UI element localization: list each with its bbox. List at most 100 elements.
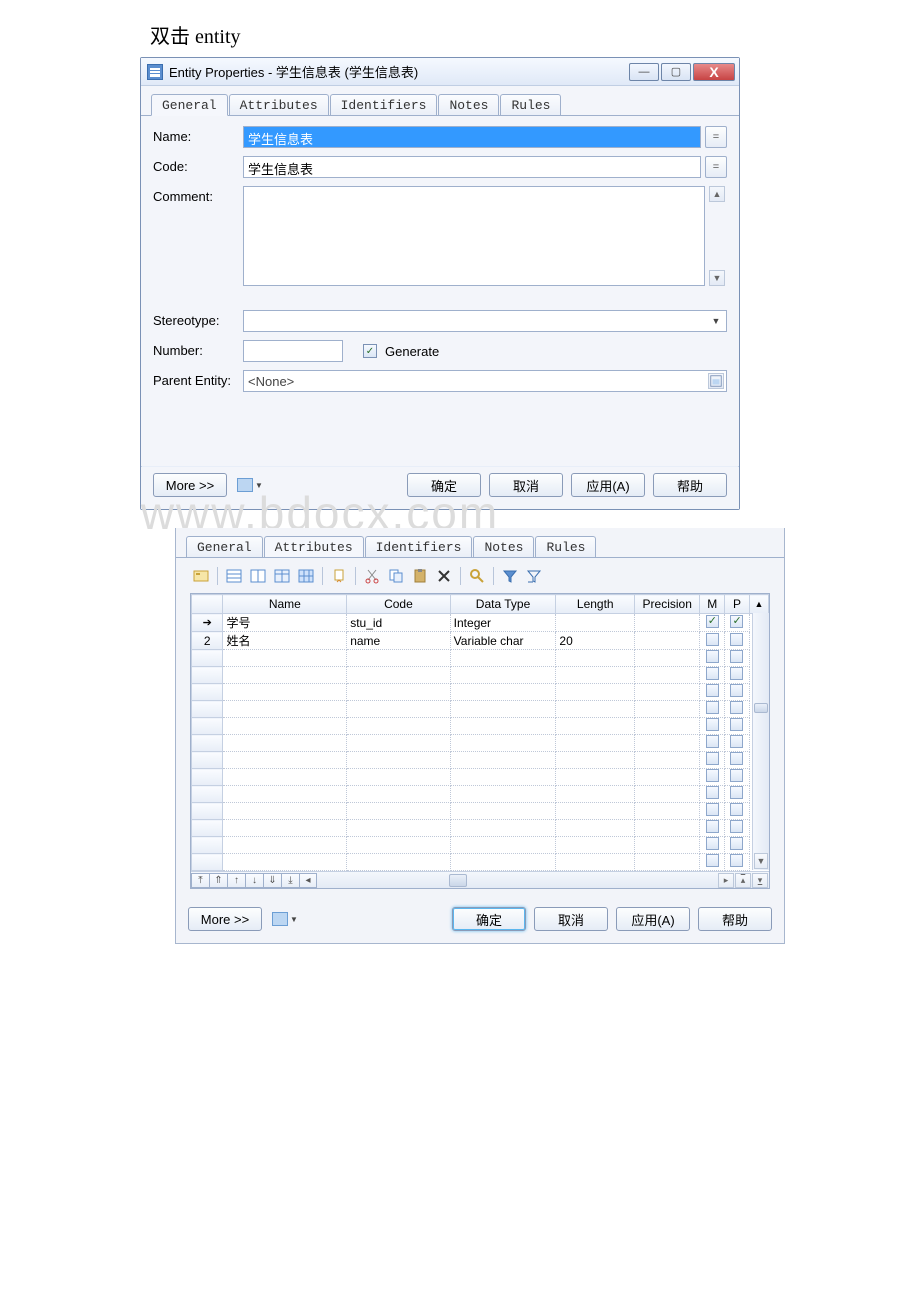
table-row[interactable] [192,735,769,752]
stereotype-combo[interactable]: ▼ [243,310,727,332]
first-row-button[interactable]: ⤒ [191,873,209,888]
p-checkbox[interactable] [730,650,743,663]
page-up-button[interactable]: ⇑ [209,873,227,888]
filter-icon[interactable] [499,566,521,586]
row-header[interactable] [192,854,223,871]
copy-icon[interactable] [385,566,407,586]
table-row[interactable] [192,854,769,871]
cell-precision[interactable] [635,837,700,854]
scroll-bottom-icon[interactable]: ▾ [752,873,768,888]
minimize-button[interactable]: — [629,63,659,81]
scroll-down-icon[interactable]: ▼ [754,853,768,869]
cancel-button[interactable]: 取消 [534,907,608,931]
m-checkbox[interactable] [706,820,719,833]
paste-icon[interactable] [409,566,431,586]
ok-button[interactable]: 确定 [452,907,526,931]
tab-identifiers[interactable]: Identifiers [330,94,438,116]
code-input[interactable]: 学生信息表 [243,156,701,178]
customize-columns-icon[interactable] [523,566,545,586]
cell-length[interactable] [556,803,635,820]
cell-m[interactable] [700,701,725,718]
cell-datatype[interactable] [450,650,556,667]
cell-length[interactable] [556,701,635,718]
cell-precision[interactable] [635,854,700,871]
number-input[interactable] [243,340,343,362]
cell-p[interactable] [725,614,750,632]
cell-length[interactable] [556,684,635,701]
table-row[interactable] [192,786,769,803]
m-checkbox[interactable] [706,667,719,680]
parent-browse-icon[interactable] [708,373,724,389]
cell-m[interactable] [700,718,725,735]
cell-length[interactable] [556,769,635,786]
cell-p[interactable] [725,701,750,718]
cell-m[interactable] [700,820,725,837]
prev-row-button[interactable]: ↑ [227,873,245,888]
name-input[interactable]: 学生信息表 [243,126,701,148]
scroll-up-icon[interactable]: ▲ [709,186,725,202]
p-checkbox[interactable] [730,735,743,748]
cell-m[interactable] [700,786,725,803]
page-down-button[interactable]: ⇓ [263,873,281,888]
cell-precision[interactable] [635,614,700,632]
scroll-right-icon[interactable]: ▸ [718,873,734,888]
cell-precision[interactable] [635,632,700,650]
print-dropdown[interactable]: ▼ [235,474,265,496]
scroll-top-icon[interactable]: ▴ [735,873,751,888]
m-checkbox[interactable] [706,633,719,646]
cell-datatype[interactable] [450,718,556,735]
p-checkbox[interactable] [730,752,743,765]
scroll-up-icon[interactable]: ▲ [749,595,768,614]
col-precision[interactable]: Precision [635,595,700,614]
delete-icon[interactable] [433,566,455,586]
m-checkbox[interactable] [706,769,719,782]
close-button[interactable]: X [693,63,735,81]
p-checkbox[interactable] [730,837,743,850]
cell-name[interactable] [223,701,347,718]
m-checkbox[interactable] [706,684,719,697]
row-header[interactable] [192,820,223,837]
cell-datatype[interactable] [450,701,556,718]
cell-name[interactable] [223,650,347,667]
apply-button[interactable]: 应用(A) [571,473,645,497]
cell-p[interactable] [725,650,750,667]
cell-datatype[interactable] [450,684,556,701]
cell-p[interactable] [725,684,750,701]
p-checkbox[interactable] [730,786,743,799]
find-icon[interactable] [466,566,488,586]
cell-p[interactable] [725,854,750,871]
cell-length[interactable] [556,718,635,735]
table-row[interactable] [192,820,769,837]
p-checkbox[interactable] [730,854,743,867]
cell-p[interactable] [725,718,750,735]
cell-p[interactable] [725,752,750,769]
cell-datatype[interactable]: Integer [450,614,556,632]
add-row-icon[interactable] [247,566,269,586]
p-checkbox[interactable] [730,820,743,833]
table-row[interactable]: ➔学号stu_idInteger [192,614,769,632]
print-dropdown[interactable]: ▼ [270,908,300,930]
cell-m[interactable] [700,684,725,701]
table-row[interactable] [192,769,769,786]
cell-p[interactable] [725,837,750,854]
reuse-icon[interactable] [328,566,350,586]
cell-precision[interactable] [635,820,700,837]
cell-code[interactable]: name [347,632,450,650]
cell-m[interactable] [700,735,725,752]
table-row[interactable] [192,752,769,769]
m-checkbox[interactable] [706,752,719,765]
cell-precision[interactable] [635,735,700,752]
p-checkbox[interactable] [730,667,743,680]
cell-m[interactable] [700,667,725,684]
cell-precision[interactable] [635,650,700,667]
cell-precision[interactable] [635,701,700,718]
m-checkbox[interactable] [706,854,719,867]
cell-datatype[interactable] [450,837,556,854]
cell-length[interactable] [556,650,635,667]
cell-code[interactable] [347,735,450,752]
cell-length[interactable] [556,837,635,854]
cell-datatype[interactable]: Variable char [450,632,556,650]
m-checkbox[interactable] [706,615,719,628]
tab-attributes[interactable]: Attributes [264,536,364,558]
more-button[interactable]: More >> [188,907,262,931]
